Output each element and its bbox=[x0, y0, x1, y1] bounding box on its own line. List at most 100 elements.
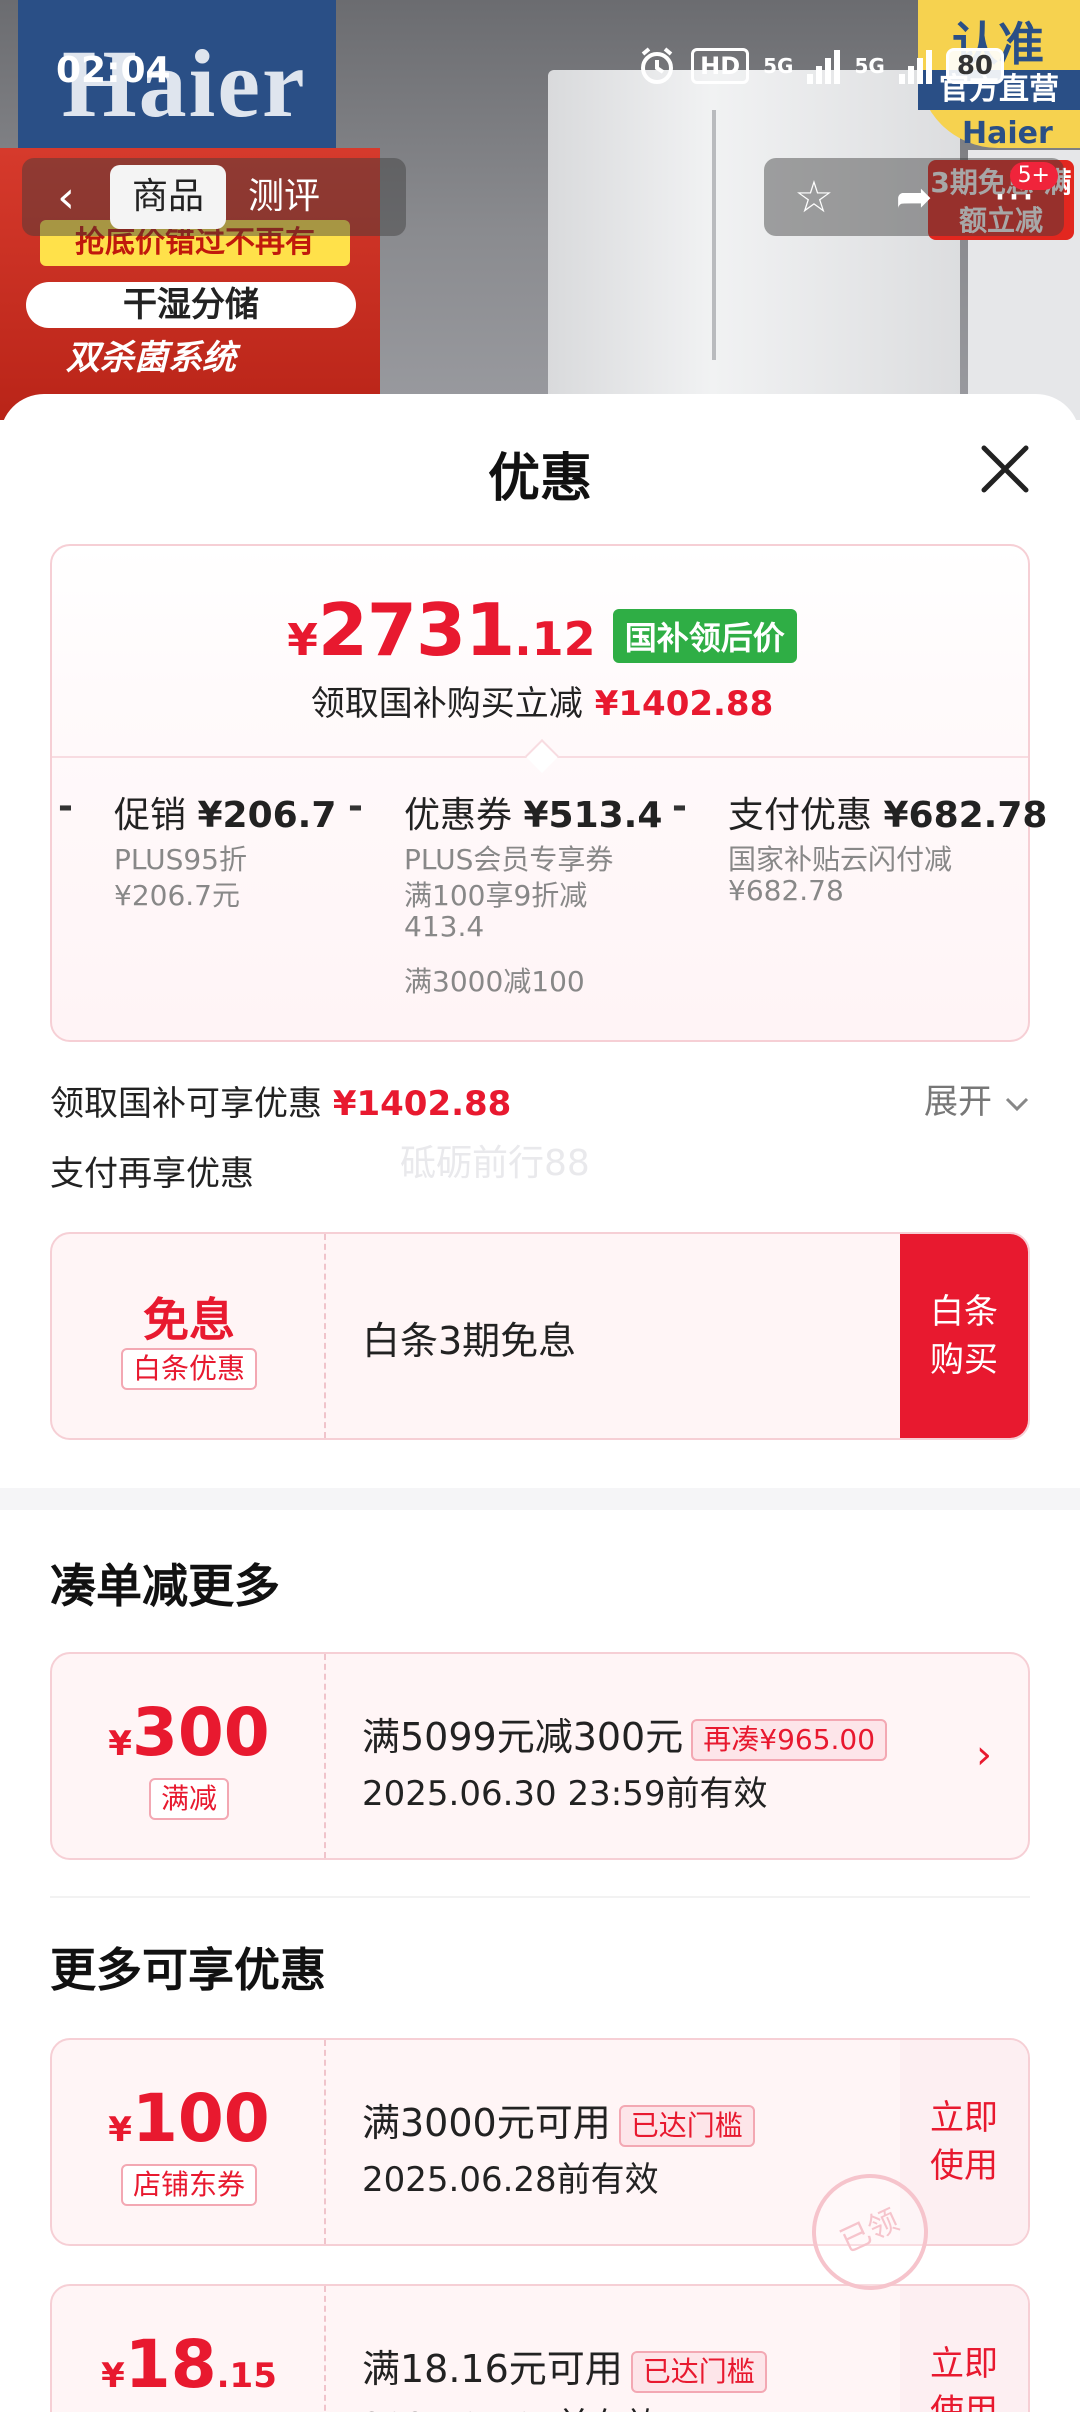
currency-symbol: ¥ bbox=[108, 2110, 132, 2150]
coupon-tag-text: 满减 bbox=[148, 1778, 229, 1820]
amount-value: 300 bbox=[131, 1694, 270, 1771]
bundle-coupon-card[interactable]: ¥300 满减 满5099元减300元 再凑¥965.00 2025.06.30 … bbox=[50, 1652, 1030, 1860]
breakdown-detail: 国家补贴云闪付减 bbox=[728, 843, 953, 876]
share-icon[interactable]: ➦ bbox=[874, 172, 954, 223]
small-coupon-card: ¥18.15 满18.16元可用已达门槛 2025.06.01前有效 立即使用 bbox=[50, 2284, 1030, 2412]
breakdown-detail: ¥682.78 bbox=[728, 874, 844, 907]
coupon-desc-text: 满18.16元可用 bbox=[362, 2347, 623, 2391]
close-icon[interactable] bbox=[978, 442, 1032, 496]
discount-sheet: 优惠 ¥2731.12 国补领后价 领取国补购买立减 ¥1402.88 - 促销 … bbox=[0, 394, 1080, 2412]
tab-review[interactable]: 测评 bbox=[226, 165, 342, 229]
breakdown-amount: ¥513.4 bbox=[523, 795, 663, 836]
breakdown-detail: PLUS会员专享券 bbox=[404, 843, 614, 876]
currency-symbol: ¥ bbox=[101, 2356, 125, 2396]
gov-subsidy-label: 领取国补可享优惠 bbox=[50, 1084, 322, 1124]
coupon-desc: 白条3期免息 bbox=[362, 1319, 577, 1363]
action-label: 立即使用 bbox=[930, 2098, 998, 2186]
alarm-icon bbox=[641, 47, 674, 84]
top-nav-tabs: ‹ 商品 测评 bbox=[22, 158, 406, 236]
battery-icon: 80 bbox=[945, 48, 1004, 84]
breakdown-title: 优惠券 ¥513.4 bbox=[404, 786, 662, 838]
breakdown-detail: 413.4 bbox=[404, 910, 485, 943]
gov-subsidy-amount: ¥1402.88 bbox=[332, 1084, 512, 1124]
coupon-date: 2025.06.30 23:59前有效 bbox=[362, 1774, 768, 1814]
coupon-tag: 满减 bbox=[52, 1778, 326, 1820]
signal-icon bbox=[807, 48, 841, 84]
status-icons: HD 5G 5G 80 bbox=[637, 46, 1004, 86]
minus-sign: - bbox=[58, 786, 73, 827]
coupon-desc: 满5099元减300元 再凑¥965.00 bbox=[362, 1706, 888, 1761]
coupon-date: 2025.06.01前有效 bbox=[362, 2398, 659, 2412]
breakdown-detail: 满100享9折减 bbox=[404, 879, 588, 912]
star-icon[interactable]: ☆ bbox=[774, 172, 854, 223]
breakdown-detail: PLUS95折 bbox=[114, 843, 247, 876]
expand-label: 展开 bbox=[924, 1082, 992, 1122]
amount-value: 18 bbox=[124, 2326, 217, 2403]
baitiao-card: 免息 白条优惠 白条3期免息 白条购买 bbox=[50, 1232, 1030, 1440]
coupon-date: 2025.06.28前有效 bbox=[362, 2160, 659, 2200]
promo-line: 双杀菌系统 bbox=[66, 338, 236, 378]
action-label: 立即使用 bbox=[930, 2344, 998, 2412]
coupon-amount: 免息 bbox=[143, 1293, 235, 1347]
chevron-left-icon[interactable]: ‹ bbox=[22, 172, 110, 223]
amount-value: 100 bbox=[131, 2080, 270, 2157]
top-nav-actions: ☆ ➦ ··· 5+ bbox=[764, 158, 1064, 236]
minus-sign: - bbox=[672, 786, 687, 827]
currency-symbol: ¥ bbox=[108, 1724, 132, 1764]
threshold-badge: 再凑¥965.00 bbox=[691, 1718, 888, 1761]
tab-product[interactable]: 商品 bbox=[110, 165, 227, 229]
coupon-tag-text: 白条优惠 bbox=[120, 1348, 257, 1390]
amount-decimal: .15 bbox=[216, 2356, 277, 2396]
coupon-amount: ¥300 bbox=[52, 1694, 326, 1771]
threshold-badge: 已达门槛 bbox=[618, 2104, 755, 2147]
promo-line: 干湿分储 bbox=[26, 282, 356, 328]
pay-more-label: 支付再享优惠 bbox=[50, 1154, 254, 1194]
more-section-title: 更多可享优惠 bbox=[50, 1943, 326, 1997]
coupon-desc: 满3000元可用 已达门槛 bbox=[362, 2092, 755, 2147]
coupon-desc: 满18.16元可用 已达门槛 bbox=[362, 2338, 767, 2393]
price-decimal: .12 bbox=[514, 612, 596, 666]
signal-icon bbox=[898, 48, 932, 84]
coupon-tag: 店铺东券 bbox=[52, 2164, 326, 2206]
watermark: 砥砺前行88 bbox=[400, 1143, 590, 1184]
breakdown-label: 优惠券 bbox=[404, 795, 513, 836]
price-tag: 国补领后价 bbox=[612, 609, 797, 663]
sheet-title: 优惠 bbox=[487, 449, 592, 509]
coupon-left: ¥100 店铺东券 bbox=[52, 2040, 326, 2244]
status-time: 02:04 bbox=[56, 50, 171, 91]
breakdown-amount: ¥206.7 bbox=[197, 795, 337, 836]
divider bbox=[50, 1896, 1030, 1898]
breakdown-detail: 满3000减100 bbox=[404, 965, 585, 998]
breakdown-title: 促销 ¥206.7 bbox=[114, 786, 336, 838]
network-label: 5G bbox=[763, 54, 794, 78]
coupon-desc-text: 满5099元减300元 bbox=[362, 1715, 684, 1759]
coupon-desc-text: 满3000元可用 bbox=[362, 2101, 611, 2145]
breakdown-label: 促销 bbox=[114, 795, 187, 836]
coupon-left: ¥18.15 bbox=[52, 2286, 326, 2412]
section-gap bbox=[0, 1488, 1080, 1510]
coupon-amount: ¥100 bbox=[52, 2080, 326, 2157]
breakdown-detail: ¥206.7元 bbox=[114, 879, 240, 912]
bundle-section-title: 凑单减更多 bbox=[50, 1559, 280, 1613]
chevron-right-icon: › bbox=[976, 1732, 992, 1778]
currency-symbol: ¥ bbox=[287, 615, 318, 666]
notch bbox=[525, 739, 559, 773]
price-subtitle: 领取国补购买立减 ¥1402.88 bbox=[52, 676, 1032, 725]
chevron-down-icon bbox=[1005, 1097, 1028, 1111]
expand-button[interactable]: 展开 bbox=[924, 1074, 1031, 1123]
coupon-tag-text: 店铺东券 bbox=[120, 2164, 257, 2206]
coupon-left: ¥300 满减 bbox=[52, 1654, 326, 1858]
action-label: 白条购买 bbox=[930, 1292, 998, 1380]
subtitle-text: 领取国补购买立减 bbox=[310, 684, 583, 724]
coupon-amount: ¥18.15 bbox=[52, 2326, 326, 2403]
breakdown-amount: ¥682.78 bbox=[883, 795, 1048, 836]
fridge-door-split bbox=[712, 110, 716, 360]
use-now-button[interactable]: 立即使用 bbox=[900, 2286, 1028, 2412]
network-label: 5G bbox=[854, 54, 885, 78]
status-bar: 02:04 HD 5G 5G 80 bbox=[0, 0, 1080, 140]
baitiao-buy-button[interactable]: 白条购买 bbox=[900, 1234, 1028, 1438]
breakdown-title: 支付优惠 ¥682.78 bbox=[728, 786, 1047, 838]
more-icon[interactable]: ··· 5+ bbox=[974, 161, 1058, 223]
coupon-left: 免息 白条优惠 bbox=[52, 1234, 326, 1438]
gov-subsidy-row: 领取国补可享优惠 ¥1402.88 bbox=[50, 1076, 511, 1125]
